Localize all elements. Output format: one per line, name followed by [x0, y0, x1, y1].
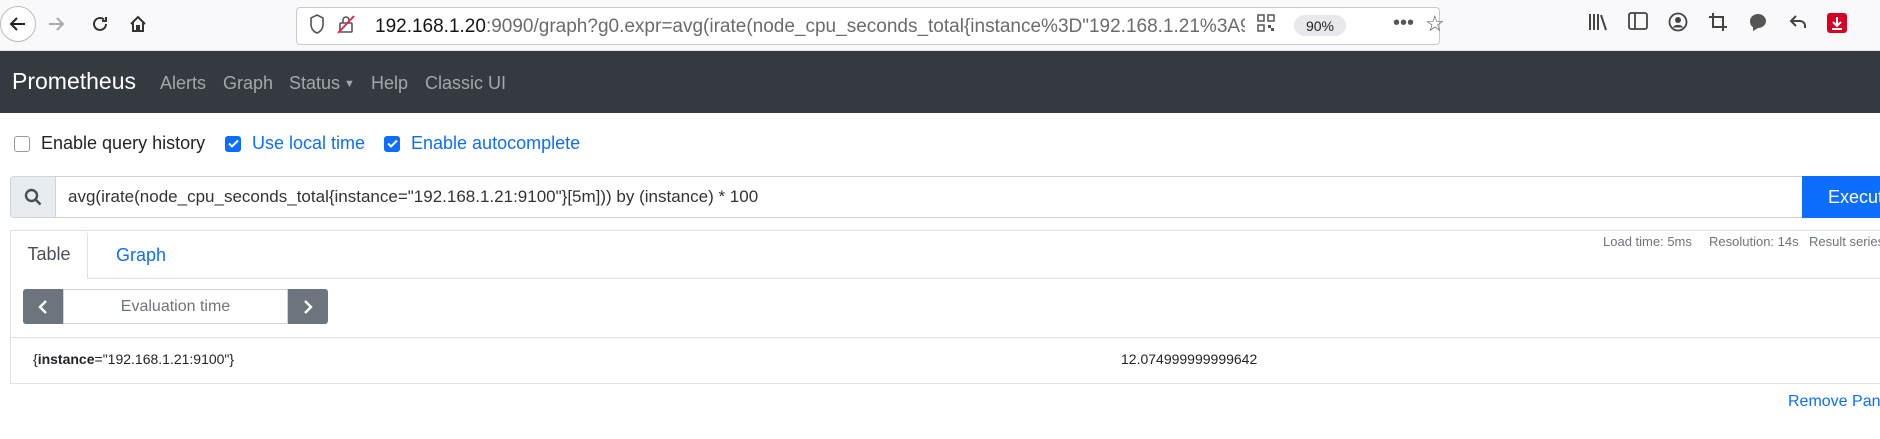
- nav-graph[interactable]: Graph: [223, 73, 273, 94]
- chat-icon[interactable]: [1748, 12, 1768, 38]
- autocomplete-checkbox[interactable]: [384, 135, 400, 152]
- local-time-label: Use local time: [252, 133, 366, 153]
- arrow-right-icon: [49, 17, 65, 31]
- result-series: Result series: [1809, 234, 1880, 249]
- query-history-label: Enable query history: [41, 133, 206, 153]
- eval-forward-button[interactable]: [288, 289, 328, 324]
- series-value: 12.074999999999642: [1121, 351, 1258, 367]
- execute-button[interactable]: Execute: [1802, 176, 1880, 218]
- qr-code-icon[interactable]: [1257, 14, 1275, 37]
- query-panel: Table Graph Load time: 5ms Resolution: 1…: [10, 230, 1880, 384]
- home-button[interactable]: [122, 8, 154, 40]
- undo-arrow-icon[interactable]: [1788, 12, 1808, 38]
- library-icon[interactable]: [1588, 12, 1610, 38]
- url-host: 192.168.1.20: [375, 16, 486, 37]
- nav-help[interactable]: Help: [371, 73, 408, 94]
- autocomplete-label: Enable autocomplete: [411, 133, 581, 153]
- tabs-divider: [11, 278, 1880, 279]
- reload-icon: [93, 16, 107, 31]
- arrow-left-icon: [9, 17, 25, 31]
- nav-classic-ui[interactable]: Classic UI: [425, 73, 506, 94]
- bookmark-star-icon[interactable]: ☆: [1425, 11, 1445, 37]
- download-extension-icon[interactable]: [1826, 12, 1848, 40]
- browser-toolbar: 192.168.1.20:9090/graph?g0.expr=avg(irat…: [0, 0, 1880, 51]
- brand-logo[interactable]: Prometheus: [12, 68, 136, 95]
- query-history-checkbox[interactable]: [14, 135, 30, 152]
- url-path: :9090/graph?g0.expr=avg(irate(node_cpu_s…: [485, 16, 1245, 37]
- remove-panel-link[interactable]: Remove Panel: [1788, 393, 1880, 411]
- label-key: instance: [37, 351, 95, 367]
- checkmark-icon: [386, 139, 398, 148]
- sidebar-icon[interactable]: [1628, 12, 1648, 36]
- search-icon: [24, 188, 42, 206]
- caret-down-icon: ▼: [344, 78, 355, 90]
- local-time-checkbox[interactable]: [225, 135, 241, 152]
- expression-input[interactable]: avg(irate(node_cpu_seconds_total{instanc…: [56, 176, 1812, 218]
- resolution: Resolution: 14s: [1709, 234, 1799, 249]
- top-navbar: Prometheus Alerts Graph Status ▼ Help Cla…: [0, 51, 1880, 113]
- tab-table[interactable]: Table: [11, 231, 88, 279]
- checkmark-icon: [227, 139, 239, 148]
- url-text[interactable]: 192.168.1.20:9090/graph?g0.expr=avg(irat…: [375, 16, 1245, 38]
- back-button[interactable]: [0, 6, 36, 42]
- autocomplete-option[interactable]: Enable autocomplete: [384, 133, 580, 154]
- address-bar[interactable]: 192.168.1.20:9090/graph?g0.expr=avg(irat…: [296, 7, 1445, 45]
- query-row: avg(irate(node_cpu_seconds_total{instanc…: [10, 176, 1880, 218]
- screenshot-crop-icon[interactable]: [1708, 12, 1728, 38]
- zoom-badge[interactable]: 90%: [1294, 15, 1346, 36]
- query-history-option[interactable]: Enable query history: [14, 133, 205, 154]
- chevron-left-icon: [38, 299, 47, 314]
- more-actions-icon[interactable]: •••: [1393, 12, 1414, 35]
- series-labels: {instance="192.168.1.21:9100"}: [33, 351, 235, 367]
- forward-button[interactable]: [40, 8, 72, 40]
- nav-status-label: Status: [289, 73, 341, 93]
- evaluation-time-input[interactable]: Evaluation time: [63, 289, 288, 324]
- nav-status[interactable]: Status ▼: [289, 73, 355, 94]
- label-value: "192.168.1.21:9100": [102, 351, 230, 367]
- load-time: Load time: 5ms: [1603, 234, 1692, 249]
- nav-alerts[interactable]: Alerts: [160, 73, 206, 94]
- chevron-right-icon: [304, 299, 313, 314]
- table-row: {instance="192.168.1.21:9100"} 12.074999…: [11, 337, 1880, 384]
- tab-graph[interactable]: Graph: [95, 231, 187, 279]
- reload-button[interactable]: [84, 8, 116, 40]
- shield-icon[interactable]: [309, 14, 325, 39]
- home-icon: [130, 15, 146, 32]
- local-time-option[interactable]: Use local time: [225, 133, 365, 154]
- insecure-lock-icon[interactable]: [337, 14, 355, 39]
- search-addon: [10, 176, 56, 218]
- eval-back-button[interactable]: [23, 289, 63, 324]
- account-icon[interactable]: [1668, 12, 1688, 38]
